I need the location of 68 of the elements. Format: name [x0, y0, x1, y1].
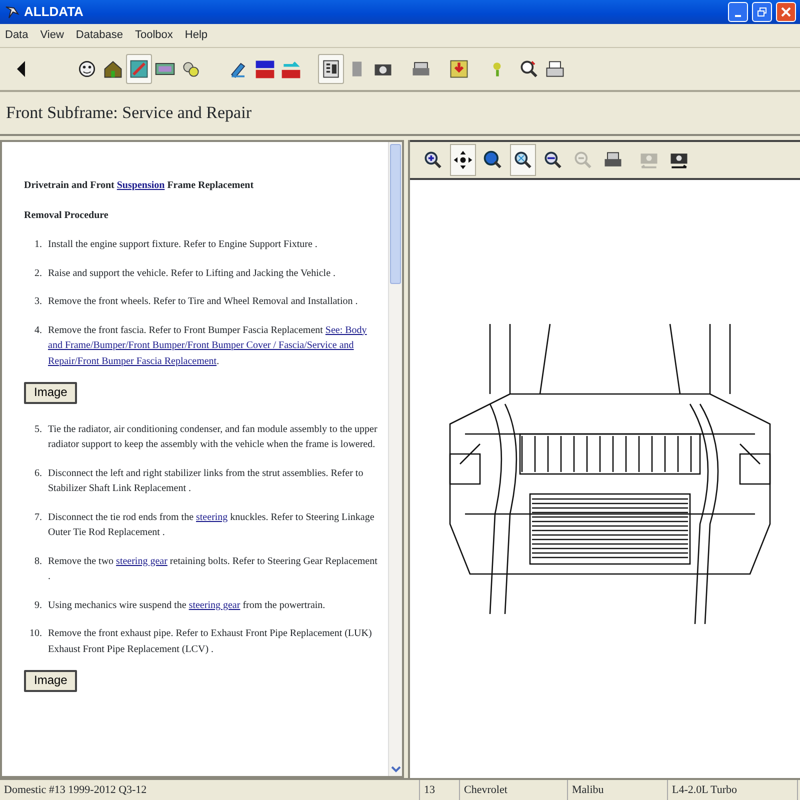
step-number: 2.	[34, 266, 43, 280]
menu-item[interactable]: Toolbox	[134, 27, 174, 44]
step-text: Remove the front wheels. Refer to Tire and Wheel Removal and Installation .	[48, 295, 358, 309]
status-text: Domestic #13 1999-2012 Q3-12	[0, 780, 420, 800]
back-arrow-icon	[17, 61, 25, 77]
step-text: Tie the radiator, air conditioning condenser, and fan module assembly to the upper radiator support to keep the assembly with the vehicle when the frame is lowered.	[48, 422, 378, 452]
menu-item[interactable]: Data	[4, 27, 30, 44]
zoom-in-icon	[422, 149, 444, 171]
toolbar-button[interactable]	[318, 54, 344, 84]
printer-icon	[544, 58, 566, 80]
link[interactable]: steering	[196, 512, 228, 523]
face-icon	[76, 58, 98, 80]
pan-icon	[452, 149, 474, 171]
step-number: 9.	[34, 598, 43, 613]
link[interactable]: Suspension	[116, 180, 165, 191]
step-text: Remove the two steering gear retaining bolts. Refer to Steering Gear Replacement .	[48, 554, 378, 584]
document-heading: Drivetrain and Front Suspension Frame Replacement	[24, 179, 255, 193]
document-icon	[320, 58, 342, 80]
link[interactable]: and Frame/Bumper/Front Bumper/Front Bumper Cover / Fascia/Service and	[48, 340, 354, 351]
step-number: 5.	[34, 422, 43, 437]
step-number: 4.	[34, 324, 43, 338]
minimize-button[interactable]	[728, 2, 748, 22]
status-text: 13	[420, 780, 460, 800]
menu-item[interactable]: Help	[184, 27, 209, 44]
zoom-100-icon	[482, 149, 504, 171]
minimize-icon	[735, 15, 741, 17]
scrollbar[interactable]	[388, 142, 402, 776]
close-button[interactable]	[776, 2, 796, 22]
close-icon	[781, 7, 791, 17]
image-toolbar-button[interactable]	[450, 144, 476, 176]
image-button[interactable]: Image	[24, 670, 78, 692]
status-text: Malibu	[568, 780, 668, 800]
restore-button[interactable]	[752, 2, 772, 22]
toolbar-button[interactable]	[126, 54, 152, 84]
step-text: Remove the front exhaust pipe. Refer to Exhaust Front Pipe Replacement (LUK) Exhaust Front Pipe Replacement (LCV) .	[48, 627, 373, 657]
zoom-fit-icon	[512, 149, 534, 171]
image-toolbar-button[interactable]	[510, 144, 536, 176]
step-text: Disconnect the left and right stabilizer links from the strut assemblies. Refer to Stabilizer Shaft Link Replacement .	[48, 466, 364, 496]
zoom-width-icon	[542, 149, 564, 171]
restore-icon	[757, 7, 767, 17]
section-heading: Removal Procedure	[24, 208, 110, 222]
step-text: Remove the front fascia. Refer to Front Bumper Fascia Replacement See: Body and Frame/Bumper/Front Bumper/Front Bumper Cover / Fascia/Service and Repair/Front Bumper Fascia Replacement.	[48, 324, 368, 368]
menu-item[interactable]: Database	[74, 27, 124, 44]
magnifier-icon	[518, 58, 540, 80]
step-number: 3.	[34, 295, 43, 309]
status-text: L4-2.0L Turbo	[668, 780, 798, 800]
step-number: 10.	[28, 627, 43, 642]
link[interactable]: steering gear	[188, 600, 240, 611]
link[interactable]: See: Body	[325, 324, 367, 336]
menu-item[interactable]: View	[39, 27, 65, 44]
step-text: Using mechanics wire suspend the steering gear from the powertrain.	[48, 598, 326, 613]
scrollbar-thumb[interactable]	[390, 144, 401, 284]
step-number: 1.	[34, 238, 43, 252]
link[interactable]: Repair/Front Bumper Fascia Replacement	[48, 356, 217, 366]
step-text: Install the engine support fixture. Refer to Engine Support Fixture .	[48, 238, 318, 252]
image-button[interactable]: Image	[24, 382, 78, 404]
step-text: Disconnect the tie rod ends from the steering knuckles. Refer to Steering Linkage Outer Tie Rod Replacement .	[48, 510, 376, 540]
step-text: Raise and support the vehicle. Refer to Lifting and Jacking the Vehicle .	[48, 266, 336, 280]
link[interactable]: steering gear	[116, 556, 168, 567]
status-text: Chevrolet	[460, 780, 568, 800]
download-icon	[448, 58, 470, 80]
window-title: ALLDATA	[24, 3, 84, 22]
page-title: Front Subframe: Service and Repair	[0, 92, 800, 136]
step-number: 8.	[34, 554, 43, 569]
step-number: 6.	[34, 466, 43, 481]
step-number: 7.	[34, 510, 43, 525]
zoom-out-icon	[572, 149, 594, 171]
app-icon	[4, 4, 20, 20]
